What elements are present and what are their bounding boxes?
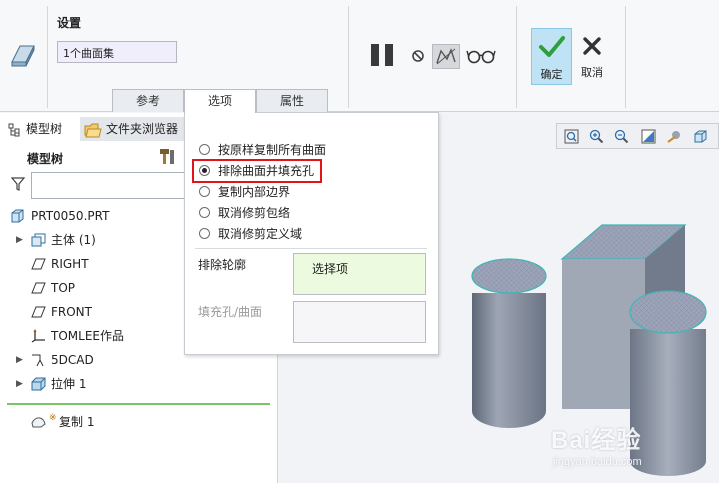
model-tree-header: 模型树 xyxy=(27,152,64,166)
tab-options[interactable]: 选项 xyxy=(184,89,256,113)
tree-item-sketch[interactable]: ▶ 5DCAD xyxy=(0,350,200,370)
options-panel: 按原样复制所有曲面 排除曲面并填充孔 复制内部边界 取消修剪包络 取消修剪定义域… xyxy=(184,112,439,355)
tree-item-csys[interactable]: TOMLEE作品 xyxy=(0,326,200,346)
radio-label: 取消修剪包络 xyxy=(218,206,291,220)
ok-label: 确定 xyxy=(540,68,563,81)
radio-circle[interactable] xyxy=(199,207,210,218)
watermark-url: jingyan.baidu.com xyxy=(553,456,642,468)
tree-item-front-plane[interactable]: FRONT xyxy=(0,302,200,322)
tree-item-label: 5DCAD xyxy=(51,353,94,367)
radio-circle[interactable] xyxy=(199,144,210,155)
watermark-brand: Bai经验 xyxy=(551,427,642,454)
tree-item-label: FRONT xyxy=(51,305,92,319)
tree-settings-icon[interactable] xyxy=(158,147,176,165)
ribbon-separator xyxy=(516,6,517,108)
radio-circle[interactable] xyxy=(199,228,210,239)
tree-item-label: RIGHT xyxy=(51,257,89,271)
radio-label: 排除曲面并填充孔 xyxy=(218,164,315,178)
tab-references[interactable]: 参考 xyxy=(112,89,184,112)
tree-item-label: TOMLEE作品 xyxy=(51,329,124,343)
expand-arrow-icon[interactable]: ▶ xyxy=(16,230,23,250)
close-icon xyxy=(583,37,601,55)
insert-indicator xyxy=(7,403,270,405)
geometry-check-icon xyxy=(436,48,456,65)
exclude-contour-collector[interactable]: 选择项 xyxy=(293,253,426,295)
radio-label: 按原样复制所有曲面 xyxy=(218,143,327,157)
ribbon-separator xyxy=(47,6,48,108)
zoom-in-icon[interactable] xyxy=(589,129,604,144)
ribbon-separator xyxy=(625,6,626,108)
zoom-out-icon[interactable] xyxy=(614,129,629,144)
tab-properties[interactable]: 属性 xyxy=(256,89,328,112)
tree-item-label: 主体 (1) xyxy=(51,233,96,247)
tree-item-extrude[interactable]: ▶ 拉伸 1 xyxy=(0,374,200,394)
radio-circle[interactable] xyxy=(199,186,210,197)
cancel-label: 取消 xyxy=(581,66,603,79)
fill-hole-collector[interactable] xyxy=(293,301,426,343)
fill-hole-label: 填充孔/曲面 xyxy=(198,305,263,319)
tree-item-label: 复制 1 xyxy=(59,415,95,429)
spin-center-icon[interactable] xyxy=(667,129,682,144)
sketch-icon xyxy=(32,354,44,367)
surface-set-collector[interactable]: 1个曲面集 xyxy=(57,41,177,63)
datum-plane-icon xyxy=(31,282,46,294)
tree-item-label: TOP xyxy=(51,281,76,295)
radio-label: 复制内部边界 xyxy=(218,185,291,199)
tab-model-tree[interactable]: 模型树 xyxy=(8,117,80,141)
refit-icon[interactable] xyxy=(564,129,579,144)
settings-title: 设置 xyxy=(57,16,82,30)
geometry-check-button[interactable] xyxy=(432,44,460,69)
tree-item-body[interactable]: ▶ 主体 (1) xyxy=(0,230,200,250)
tree-item-part[interactable]: PRT0050.PRT xyxy=(0,206,200,226)
part-icon xyxy=(11,209,24,223)
pause-icon-bar xyxy=(385,44,393,66)
tree-item-copy-feature[interactable]: ※ 复制 1 xyxy=(0,412,200,432)
extrude-icon xyxy=(31,377,46,391)
pause-icon xyxy=(371,44,379,66)
ok-button[interactable]: 确定 xyxy=(531,28,572,85)
ribbon-separator xyxy=(348,6,349,108)
expand-arrow-icon[interactable]: ▶ xyxy=(16,374,23,394)
tree-item-top-plane[interactable]: TOP xyxy=(0,278,200,298)
verify-preview-icon[interactable] xyxy=(466,48,496,64)
datum-plane-icon xyxy=(31,258,46,270)
exclude-contour-label: 排除轮廓 xyxy=(198,258,247,272)
surface-copy-icon xyxy=(11,45,35,67)
tree-item-label: PRT0050.PRT xyxy=(31,209,110,223)
filter-icon[interactable] xyxy=(11,177,25,191)
tree-filter-input[interactable] xyxy=(31,172,191,199)
ribbon: 设置 1个曲面集 参考 选项 属性 确定 取消 xyxy=(0,0,719,113)
tab-folder-browser-label: 文件夹浏览器 xyxy=(106,122,179,136)
expand-arrow-icon[interactable]: ▶ xyxy=(16,350,23,370)
display-style-icon[interactable] xyxy=(693,129,708,144)
left-cylinder xyxy=(471,258,547,428)
copy-surface-icon xyxy=(31,417,46,428)
tree-item-right-plane[interactable]: RIGHT xyxy=(0,254,200,274)
watermark: Bai经验 jingyan.baidu.com xyxy=(551,418,716,478)
datum-plane-icon xyxy=(31,306,46,318)
no-preview-icon[interactable] xyxy=(411,49,425,63)
repaint-icon[interactable] xyxy=(641,129,656,144)
cancel-button[interactable]: 取消 xyxy=(575,28,609,85)
model-tree-icon xyxy=(8,123,20,136)
pause-button[interactable] xyxy=(371,44,395,66)
radio-label: 取消修剪定义域 xyxy=(218,227,303,241)
tab-folder-browser[interactable]: 文件夹浏览器 xyxy=(80,117,184,141)
body-icon xyxy=(31,233,46,247)
panel-divider xyxy=(195,248,427,249)
folder-icon xyxy=(84,123,102,137)
checkmark-icon xyxy=(538,36,565,57)
view-toolbar xyxy=(556,123,719,149)
tab-model-tree-label: 模型树 xyxy=(26,122,63,136)
coordinate-system-icon xyxy=(31,329,45,343)
new-feature-marker: ※ xyxy=(49,413,57,423)
radio-circle-selected[interactable] xyxy=(199,165,210,176)
collector-value: 选择项 xyxy=(312,262,349,276)
tree-item-label: 拉伸 1 xyxy=(51,377,87,391)
